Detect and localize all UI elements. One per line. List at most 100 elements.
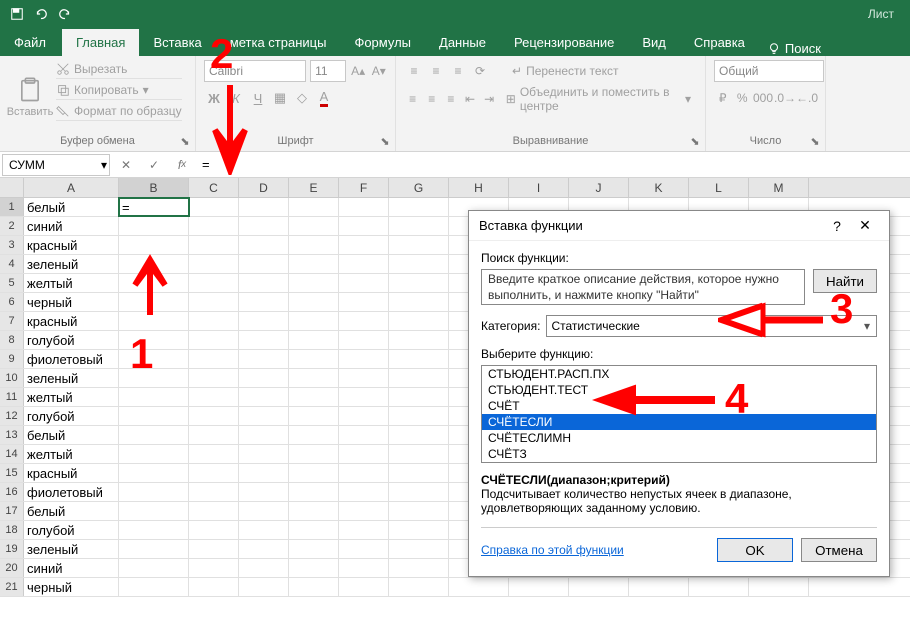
cell[interactable] (119, 274, 189, 292)
cell[interactable] (239, 578, 289, 596)
cell[interactable] (239, 521, 289, 539)
cell[interactable] (239, 198, 289, 216)
cell[interactable] (389, 502, 449, 520)
cell[interactable] (239, 217, 289, 235)
cell[interactable] (239, 445, 289, 463)
insert-function-icon[interactable]: fx (168, 154, 196, 176)
row-header[interactable]: 21 (0, 578, 24, 596)
cell[interactable] (389, 483, 449, 501)
cell[interactable] (339, 578, 389, 596)
cell[interactable] (239, 559, 289, 577)
cancel-formula-icon[interactable]: ✕ (112, 154, 140, 176)
cell[interactable]: белый (24, 502, 119, 520)
cell[interactable] (509, 578, 569, 596)
cell[interactable]: синий (24, 559, 119, 577)
paste-button[interactable]: Вставить (8, 60, 52, 133)
chevron-down-icon[interactable]: ▾ (101, 158, 107, 172)
tab-home[interactable]: Главная (62, 29, 139, 56)
cell[interactable] (389, 521, 449, 539)
cell[interactable]: черный (24, 578, 119, 596)
cell[interactable] (239, 312, 289, 330)
cell[interactable] (339, 217, 389, 235)
cell[interactable] (189, 502, 239, 520)
cell[interactable] (389, 331, 449, 349)
cell[interactable] (239, 540, 289, 558)
column-header-L[interactable]: L (689, 178, 749, 197)
cell[interactable] (239, 426, 289, 444)
cell[interactable] (239, 407, 289, 425)
column-header-C[interactable]: C (189, 178, 239, 197)
function-list[interactable]: СТЬЮДЕНТ.РАСП.ПХСТЬЮДЕНТ.ТЕСТСЧЁТСЧЁТЕСЛ… (481, 365, 877, 463)
undo-icon[interactable] (30, 3, 52, 25)
select-all-corner[interactable] (0, 178, 24, 197)
cell[interactable] (339, 388, 389, 406)
cell[interactable]: зеленый (24, 255, 119, 273)
redo-icon[interactable] (54, 3, 76, 25)
cell[interactable] (189, 236, 239, 254)
cell[interactable] (189, 426, 239, 444)
cell[interactable] (339, 502, 389, 520)
tab-help[interactable]: Справка (680, 29, 759, 56)
cell[interactable] (189, 369, 239, 387)
cell[interactable] (239, 331, 289, 349)
column-header-G[interactable]: G (389, 178, 449, 197)
cell[interactable] (289, 236, 339, 254)
cell[interactable] (119, 255, 189, 273)
cell[interactable] (239, 464, 289, 482)
cell[interactable] (289, 198, 339, 216)
column-header-D[interactable]: D (239, 178, 289, 197)
cell[interactable] (239, 350, 289, 368)
cell[interactable] (289, 445, 339, 463)
cell[interactable] (189, 407, 239, 425)
cell[interactable] (119, 578, 189, 596)
row-header[interactable]: 16 (0, 483, 24, 501)
cell[interactable] (119, 540, 189, 558)
cell[interactable] (289, 369, 339, 387)
find-button[interactable]: Найти (813, 269, 877, 293)
enter-formula-icon[interactable]: ✓ (140, 154, 168, 176)
tab-file[interactable]: Файл (6, 29, 62, 56)
cancel-button[interactable]: Отмена (801, 538, 877, 562)
function-list-item[interactable]: СЧЁТЕСЛИМН (482, 430, 876, 446)
column-header-E[interactable]: E (289, 178, 339, 197)
cell[interactable]: голубой (24, 407, 119, 425)
cell[interactable] (239, 369, 289, 387)
cell[interactable] (189, 293, 239, 311)
cell[interactable] (289, 312, 339, 330)
cell[interactable] (339, 521, 389, 539)
cell[interactable]: = (119, 198, 189, 216)
accounting-format-icon[interactable]: ₽ (714, 88, 732, 108)
cell[interactable] (119, 236, 189, 254)
dialog-help-icon[interactable]: ? (823, 212, 851, 240)
cell[interactable] (289, 255, 339, 273)
cell[interactable] (289, 407, 339, 425)
cell[interactable] (339, 331, 389, 349)
fill-color-button[interactable]: ◇ (292, 88, 312, 108)
copy-button[interactable]: Копировать ▾ (56, 81, 182, 100)
cell[interactable] (289, 521, 339, 539)
cell[interactable] (629, 578, 689, 596)
cell[interactable]: белый (24, 426, 119, 444)
cell[interactable] (389, 236, 449, 254)
cell[interactable] (389, 578, 449, 596)
align-bottom-icon[interactable]: ≡ (448, 61, 468, 81)
cell[interactable] (189, 198, 239, 216)
font-size-combo[interactable]: 11 (310, 60, 346, 82)
save-icon[interactable] (6, 3, 28, 25)
cell[interactable] (239, 293, 289, 311)
cell[interactable] (119, 293, 189, 311)
cell[interactable] (339, 464, 389, 482)
cell[interactable]: желтый (24, 388, 119, 406)
row-header[interactable]: 5 (0, 274, 24, 292)
row-header[interactable]: 15 (0, 464, 24, 482)
cell[interactable] (289, 483, 339, 501)
cell[interactable] (389, 312, 449, 330)
cell[interactable]: зеленый (24, 369, 119, 387)
underline-button[interactable]: Ч (248, 88, 268, 108)
formula-input[interactable] (196, 154, 910, 176)
cell[interactable] (239, 388, 289, 406)
comma-format-icon[interactable]: 000 (753, 88, 773, 108)
cell[interactable] (189, 217, 239, 235)
cell[interactable]: красный (24, 312, 119, 330)
border-button[interactable]: ▦ (270, 88, 290, 108)
